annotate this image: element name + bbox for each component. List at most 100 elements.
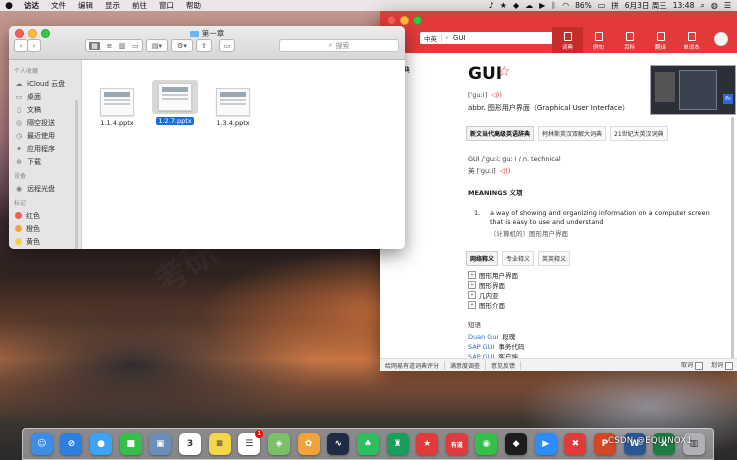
sidebar-item-tag-red[interactable]: 红色 bbox=[9, 209, 81, 222]
menu-finder[interactable]: 访达 bbox=[18, 0, 45, 11]
column-view-icon[interactable]: ▥ bbox=[119, 42, 126, 50]
menu-edit[interactable]: 编辑 bbox=[72, 0, 99, 11]
scrollbar[interactable] bbox=[731, 117, 734, 361]
nav-encyclopedia[interactable]: 百科 bbox=[614, 27, 645, 53]
language-select[interactable]: 中英 bbox=[420, 33, 442, 43]
nav-translate[interactable]: 翻译 bbox=[645, 27, 676, 53]
tab-collins[interactable]: 柯林斯英汉双解大词典 bbox=[538, 126, 607, 141]
facetime-icon[interactable]: ■ bbox=[119, 433, 142, 455]
sidebar-item-downloads[interactable]: ⊕ 下载 bbox=[9, 155, 81, 168]
tab-21st-century[interactable]: 21世纪大英汉词典 bbox=[610, 126, 668, 141]
favorite-star-icon[interactable]: ☆ bbox=[498, 64, 511, 80]
search-field[interactable]: ⌕ 搜索 bbox=[279, 39, 399, 52]
wechat-icon[interactable]: ◉ bbox=[475, 433, 498, 455]
file-item[interactable]: 1.1.4.pptx bbox=[94, 88, 140, 127]
list-view-icon[interactable]: ≡ bbox=[106, 42, 112, 50]
action-button[interactable]: ⚙▾ bbox=[171, 39, 193, 52]
tab-web-definition[interactable]: 网络释义 bbox=[466, 251, 499, 266]
evernote-icon[interactable]: ♠ bbox=[356, 433, 379, 455]
phrase-link[interactable]: SAP GUI bbox=[468, 343, 494, 351]
activity-icon[interactable]: ∿ bbox=[327, 433, 350, 455]
close-button[interactable] bbox=[387, 16, 396, 25]
word-capture-toggle[interactable]: 取词 bbox=[681, 360, 703, 370]
zoom-button[interactable] bbox=[413, 16, 422, 25]
phrase-link[interactable]: Duan Gui bbox=[468, 333, 498, 341]
zoom-status-icon[interactable]: ▶ bbox=[539, 1, 545, 10]
menu-file[interactable]: 文件 bbox=[45, 0, 72, 11]
expand-icon[interactable]: + bbox=[468, 291, 476, 299]
bookmark-status-icon[interactable]: ★ bbox=[500, 1, 507, 10]
menubar-time[interactable]: 13:48 bbox=[673, 1, 695, 10]
search-input[interactable]: GUI bbox=[449, 34, 466, 42]
speaker-icon[interactable]: ◁)) bbox=[491, 91, 502, 99]
checkbox[interactable] bbox=[694, 361, 703, 370]
menu-view[interactable]: 显示 bbox=[99, 0, 126, 11]
expand-icon[interactable]: + bbox=[468, 271, 476, 279]
encyclopedia-image[interactable]: Ps bbox=[650, 65, 736, 115]
qq-status-icon[interactable]: ◆ bbox=[513, 1, 519, 10]
sidebar-item-airdrop[interactable]: ◎ 隔空投送 bbox=[9, 116, 81, 129]
avatar[interactable] bbox=[714, 32, 728, 46]
list-item[interactable]: + 图形界面 bbox=[468, 280, 518, 290]
sidebar-item-recents[interactable]: ◷ 最近使用 bbox=[9, 129, 81, 142]
bluetooth-icon[interactable]: ᛒ bbox=[551, 1, 556, 10]
finder-icon[interactable]: ☺ bbox=[30, 433, 53, 455]
checkbox[interactable] bbox=[725, 361, 733, 370]
nav-wordbook[interactable]: 单词本 bbox=[676, 27, 707, 53]
zoom-icon[interactable]: ▶ bbox=[534, 433, 557, 455]
expand-icon[interactable]: + bbox=[468, 281, 476, 289]
tab-english-english[interactable]: 英英释义 bbox=[538, 251, 571, 266]
sidebar-item-tag-green[interactable]: 绿色 bbox=[9, 248, 81, 249]
xmind-icon[interactable]: ✖ bbox=[564, 433, 587, 455]
apple-menu-icon[interactable]: ● bbox=[0, 1, 18, 11]
tag-button[interactable]: ▭ bbox=[219, 39, 235, 52]
battery-percent[interactable]: 86% bbox=[575, 1, 592, 10]
maps-icon[interactable]: ◈ bbox=[267, 433, 290, 455]
photos-icon[interactable]: ✿ bbox=[297, 433, 320, 455]
reminders-icon[interactable]: ☰ 1 bbox=[238, 430, 264, 455]
siri-icon[interactable]: ◍ bbox=[711, 1, 718, 10]
gallery-view-icon[interactable]: ▭ bbox=[132, 42, 139, 50]
preview-icon[interactable]: ▣ bbox=[149, 433, 172, 455]
minimize-button[interactable] bbox=[400, 16, 409, 25]
list-item[interactable]: + 图形介面 bbox=[468, 300, 518, 310]
bookmark-icon[interactable]: ★ bbox=[416, 433, 439, 455]
icon-view-icon[interactable]: ▦ bbox=[89, 41, 100, 50]
sidebar-item-documents[interactable]: ▯ 文稿 bbox=[9, 103, 81, 116]
file-item-selected[interactable]: 1.2.7.pptx bbox=[152, 80, 198, 125]
file-item[interactable]: 1.3.4.pptx bbox=[210, 88, 256, 127]
rate-link[interactable]: 给网易有道词典评分 bbox=[380, 360, 446, 370]
list-item[interactable]: + 图形用户界面 bbox=[468, 270, 518, 280]
cloud-status-icon[interactable]: ☁ bbox=[525, 1, 533, 10]
dictionary-search[interactable]: 中英 ⌕ GUI bbox=[420, 32, 555, 44]
share-button[interactable]: ⇪ bbox=[196, 39, 212, 52]
menu-window[interactable]: 窗口 bbox=[153, 0, 180, 11]
nav-examples[interactable]: 例句 bbox=[583, 27, 614, 53]
sidebar-item-applications[interactable]: ✦ 应用程序 bbox=[9, 142, 81, 155]
sidebar-item-icloud[interactable]: ☁ iCloud 云盘 bbox=[9, 77, 81, 90]
safari-icon[interactable]: ⊘ bbox=[60, 433, 83, 455]
nav-dictionary[interactable]: 词典 bbox=[552, 27, 583, 53]
input-method[interactable]: 拼 bbox=[611, 0, 619, 11]
survey-link[interactable]: 满意度调查 bbox=[445, 360, 487, 370]
forward-button[interactable]: › bbox=[27, 39, 41, 52]
youdao-icon[interactable]: 有道 bbox=[445, 433, 468, 455]
music-icon[interactable]: ♪ bbox=[489, 1, 494, 10]
notes-icon[interactable]: ≡ bbox=[208, 433, 231, 455]
pycharm-icon[interactable]: ♜ bbox=[386, 433, 409, 455]
back-button[interactable]: ‹ bbox=[14, 39, 28, 52]
sidebar-item-remote-disc[interactable]: ◉ 远程光盘 bbox=[9, 182, 81, 195]
feedback-link[interactable]: 意见反馈 bbox=[486, 360, 522, 370]
group-button[interactable]: ▤▾ bbox=[146, 39, 168, 52]
sidebar-item-tag-yellow[interactable]: 黄色 bbox=[9, 235, 81, 248]
tab-professional[interactable]: 专业释义 bbox=[502, 251, 535, 266]
wifi-icon[interactable]: ◠ bbox=[562, 1, 569, 10]
list-item[interactable]: + 几内亚 bbox=[468, 290, 518, 300]
notification-center-icon[interactable]: ☰ bbox=[724, 1, 731, 10]
sidebar-scrollbar[interactable] bbox=[75, 100, 78, 249]
expand-icon[interactable]: + bbox=[468, 301, 476, 309]
sidebar-item-desktop[interactable]: ▭ 桌面 bbox=[9, 90, 81, 103]
search-icon[interactable]: ⌕ bbox=[700, 1, 704, 11]
menu-help[interactable]: 帮助 bbox=[180, 0, 207, 11]
speaker-icon[interactable]: ◁)) bbox=[500, 167, 511, 175]
